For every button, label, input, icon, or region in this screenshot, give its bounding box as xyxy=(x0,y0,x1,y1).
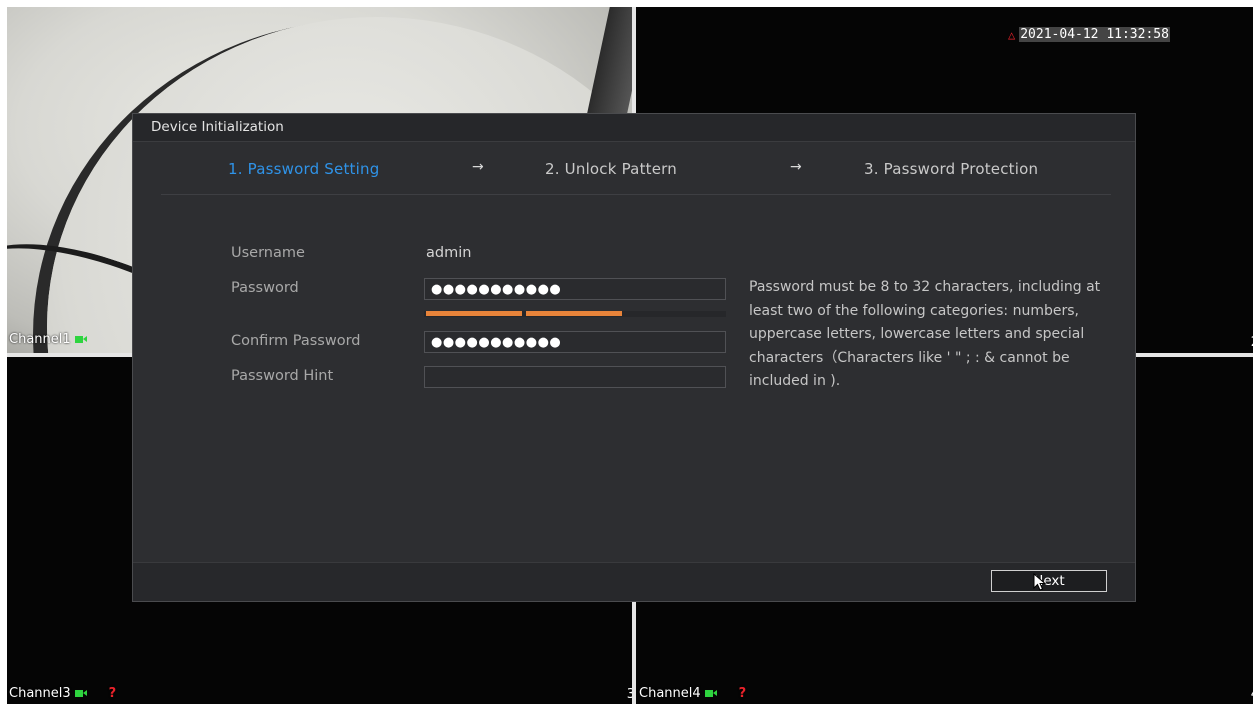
dialog-title-bar: Device Initialization xyxy=(133,114,1135,142)
step-arrow-icon: → xyxy=(790,159,802,175)
record-icon xyxy=(74,690,87,697)
mouse-cursor-icon xyxy=(1033,573,1047,591)
next-button[interactable]: Next xyxy=(991,570,1107,592)
steps-divider xyxy=(161,194,1111,195)
strength-segment-2 xyxy=(526,311,622,316)
username-label: Username xyxy=(231,245,305,261)
dialog-footer: Next xyxy=(133,562,1135,601)
record-icon xyxy=(74,336,87,343)
confirm-password-input[interactable]: ●●●●●●●●●●● xyxy=(424,331,726,353)
password-hint-input[interactable] xyxy=(424,366,726,388)
password-strength-meter xyxy=(424,311,726,317)
video-loss-question-icon: ? xyxy=(738,686,747,701)
username-value: admin xyxy=(426,245,472,261)
channel-3-name: Channel3 xyxy=(9,686,71,701)
step-password-setting: 1. Password Setting xyxy=(228,160,380,178)
password-input[interactable]: ●●●●●●●●●●● xyxy=(424,278,726,300)
channel-1-label: Channel1 xyxy=(9,332,87,347)
device-initialization-dialog: Device Initialization 1. Password Settin… xyxy=(132,113,1136,602)
channel-4-label: Channel4 ? xyxy=(639,686,746,701)
datetime-text: 2021-04-12 11:32:58 xyxy=(1019,27,1170,42)
channel-4-name: Channel4 xyxy=(639,686,701,701)
confirm-password-label: Confirm Password xyxy=(231,333,361,349)
password-rules-text: Password must be 8 to 32 characters, inc… xyxy=(749,279,1101,389)
video-loss-question-icon: ? xyxy=(108,686,117,701)
record-icon xyxy=(704,690,717,697)
channel-1-name: Channel1 xyxy=(9,332,71,347)
camera-edge-image xyxy=(584,7,632,127)
bell-icon: △ xyxy=(1008,27,1016,42)
password-hint-label: Password Hint xyxy=(231,368,334,384)
step-arrow-icon: → xyxy=(472,159,484,175)
step-unlock-pattern: 2. Unlock Pattern xyxy=(545,160,677,178)
password-label: Password xyxy=(231,280,299,296)
dialog-title: Device Initialization xyxy=(151,119,284,135)
step-password-protection: 3. Password Protection xyxy=(864,160,1039,178)
strength-segment-1 xyxy=(426,311,522,316)
channel-3-label: Channel3 ? xyxy=(9,686,116,701)
datetime-overlay: △ 2021-04-12 11:32:58 xyxy=(1008,27,1170,42)
